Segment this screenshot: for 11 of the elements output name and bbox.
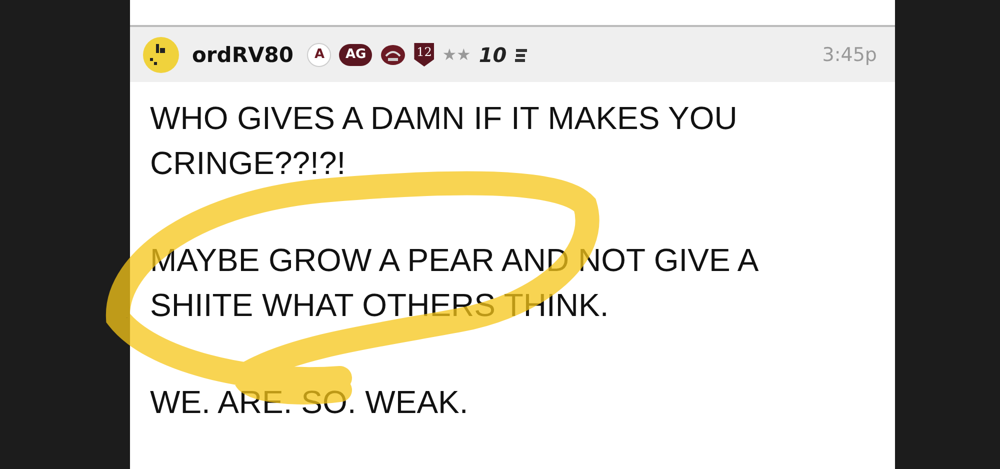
rank-number: 10	[478, 42, 507, 66]
bars-icon	[514, 48, 527, 62]
post-paragraph: WHO GIVES A DAMN IF IT MAKES YOU CRINGE??!?!	[150, 99, 738, 183]
rank-stars: ★★	[442, 45, 471, 64]
group-badge: AG	[339, 44, 372, 66]
avatar-icon[interactable]	[142, 36, 180, 74]
username[interactable]: ordRV80	[192, 42, 294, 66]
letter-badge: A	[307, 42, 332, 66]
post-time: 3:45p	[822, 44, 877, 66]
helmet-icon	[380, 44, 406, 66]
number-badge: 12	[414, 42, 434, 66]
